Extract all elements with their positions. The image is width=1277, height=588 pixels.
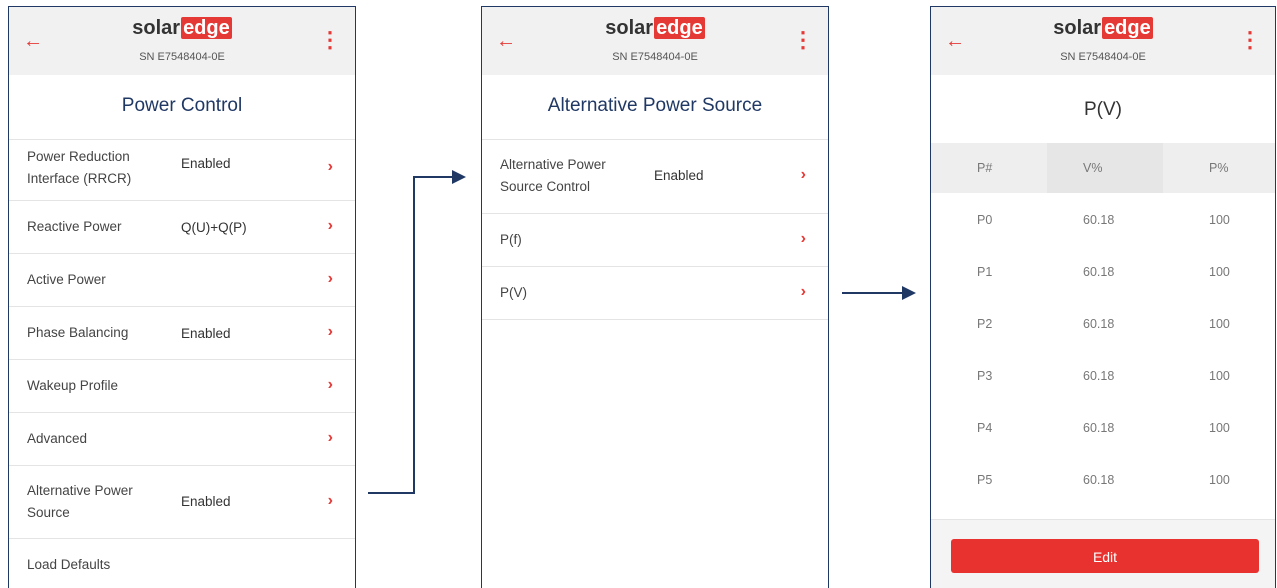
cell-v-percent: 60.18: [1083, 213, 1115, 227]
logo-solar: solar: [605, 17, 654, 39]
menu-item-label: Active Power: [27, 272, 106, 287]
power-control-screen: ← solar edge SN E7548404-0E ⋮ Power Contr…: [8, 6, 356, 588]
chevron-right-icon: ›: [800, 283, 806, 300]
menu-item-label: Advanced: [27, 431, 88, 446]
app-header: ← solar edge SN E7548404-0E ⋮: [482, 7, 828, 75]
arrowhead-1: [452, 170, 466, 184]
cell-p-number: P5: [977, 473, 993, 487]
cell-v-percent: 60.18: [1083, 421, 1115, 435]
menu-item-p-f[interactable]: P(f) ›: [482, 214, 828, 267]
menu-item-alternative-power-source-control[interactable]: Alternative Power Source Control Enabled…: [482, 140, 828, 214]
chevron-right-icon: ›: [800, 230, 806, 247]
column-header-p-number: P#: [977, 161, 993, 175]
cell-p-percent: 100: [1209, 473, 1230, 487]
solaredge-logo: solar edge: [482, 17, 828, 39]
menu-item-load-defaults[interactable]: Load Defaults: [9, 539, 355, 588]
header-shade: [1047, 143, 1163, 193]
chevron-right-icon: ›: [327, 429, 333, 446]
chevron-right-icon: ›: [327, 376, 333, 393]
menu-item-label: P(f): [500, 232, 522, 247]
logo-solar: solar: [1053, 17, 1102, 39]
table-row[interactable]: P3 60.18 100: [931, 349, 1275, 401]
cell-p-percent: 100: [1209, 213, 1230, 227]
cell-p-number: P0: [977, 213, 993, 227]
pv-table-screen: ← solar edge SN E7548404-0E ⋮ P(V) P# V% …: [930, 6, 1276, 588]
table-row[interactable]: P2 60.18 100: [931, 297, 1275, 349]
menu-item-label: Alternative Power Source Control: [500, 157, 606, 194]
menu-item-label: Phase Balancing: [27, 325, 129, 340]
cell-v-percent: 60.18: [1083, 265, 1115, 279]
cell-p-number: P3: [977, 369, 993, 383]
menu-item-label: Load Defaults: [27, 557, 111, 572]
cell-p-number: P1: [977, 265, 993, 279]
menu-item-label: Reactive Power: [27, 219, 122, 234]
chevron-right-icon: ›: [327, 270, 333, 287]
menu-item-active-power[interactable]: Active Power ›: [9, 254, 355, 307]
table-row[interactable]: P1 60.18 100: [931, 245, 1275, 297]
more-menu-icon[interactable]: ⋮: [319, 29, 341, 51]
menu-item-reactive-power[interactable]: Reactive Power Q(U)+Q(P) ›: [9, 201, 355, 254]
cell-p-percent: 100: [1209, 421, 1230, 435]
cell-p-percent: 100: [1209, 369, 1230, 383]
page-title: P(V): [1084, 99, 1122, 120]
table-row[interactable]: P4 60.18 100: [931, 401, 1275, 453]
solaredge-logo: solar edge: [9, 17, 355, 39]
flow-connector-1: [368, 176, 452, 494]
more-menu-icon[interactable]: ⋮: [792, 29, 814, 51]
chevron-right-icon: ›: [327, 323, 333, 340]
app-header: ← solar edge SN E7548404-0E ⋮: [9, 7, 355, 75]
chevron-right-icon: ›: [800, 166, 806, 183]
table-row[interactable]: P0 60.18 100: [931, 193, 1275, 245]
cell-v-percent: 60.18: [1083, 473, 1115, 487]
menu-item-wakeup-profile[interactable]: Wakeup Profile ›: [9, 360, 355, 413]
cell-p-percent: 100: [1209, 265, 1230, 279]
cell-p-number: P4: [977, 421, 993, 435]
table-header: P# V% P%: [931, 143, 1275, 193]
menu-item-power-reduction-interface[interactable]: Power Reduction Interface (RRCR) Enabled…: [9, 140, 355, 201]
column-header-p-percent: P%: [1209, 161, 1229, 175]
solaredge-logo: solar edge: [931, 17, 1275, 39]
cell-v-percent: 60.18: [1083, 369, 1115, 383]
app-header: ← solar edge SN E7548404-0E ⋮: [931, 7, 1275, 75]
menu-item-value: Enabled: [181, 156, 231, 171]
menu-item-p-v[interactable]: P(V) ›: [482, 267, 828, 320]
logo-edge: edge: [654, 17, 705, 39]
column-header-v-percent: V%: [1083, 161, 1103, 175]
page-title: Alternative Power Source: [482, 75, 828, 140]
logo-edge: edge: [181, 17, 232, 39]
serial-number: SN E7548404-0E: [1060, 51, 1146, 63]
menu-item-value: Enabled: [181, 326, 231, 341]
serial-number: SN E7548404-0E: [139, 51, 225, 63]
menu-item-value: Q(U)+Q(P): [181, 220, 247, 235]
cell-p-percent: 100: [1209, 317, 1230, 331]
chevron-right-icon: ›: [327, 158, 333, 175]
menu-item-label: P(V): [500, 285, 527, 300]
cell-p-number: P2: [977, 317, 993, 331]
logo-edge: edge: [1102, 17, 1153, 39]
edit-button[interactable]: Edit: [951, 539, 1259, 573]
arrowhead-2: [902, 286, 916, 300]
menu-item-label: Alternative Power Source: [27, 483, 133, 520]
chevron-right-icon: ›: [327, 492, 333, 509]
page-title: Power Control: [9, 75, 355, 140]
menu-item-advanced[interactable]: Advanced ›: [9, 413, 355, 466]
menu-item-alternative-power-source[interactable]: Alternative Power Source Enabled ›: [9, 466, 355, 539]
menu-item-label: Wakeup Profile: [27, 378, 119, 393]
logo-solar: solar: [132, 17, 181, 39]
menu-item-value: Enabled: [181, 494, 231, 509]
chevron-right-icon: ›: [327, 217, 333, 234]
menu-item-phase-balancing[interactable]: Phase Balancing Enabled ›: [9, 307, 355, 360]
table-row[interactable]: P5 60.18 100: [931, 453, 1275, 505]
alternative-power-source-screen: ← solar edge SN E7548404-0E ⋮ Alternative…: [481, 6, 829, 588]
more-menu-icon[interactable]: ⋮: [1239, 29, 1261, 51]
serial-number: SN E7548404-0E: [612, 51, 698, 63]
menu-item-label: Power Reduction Interface (RRCR): [27, 149, 132, 186]
menu-item-value: Enabled: [654, 168, 704, 183]
cell-v-percent: 60.18: [1083, 317, 1115, 331]
